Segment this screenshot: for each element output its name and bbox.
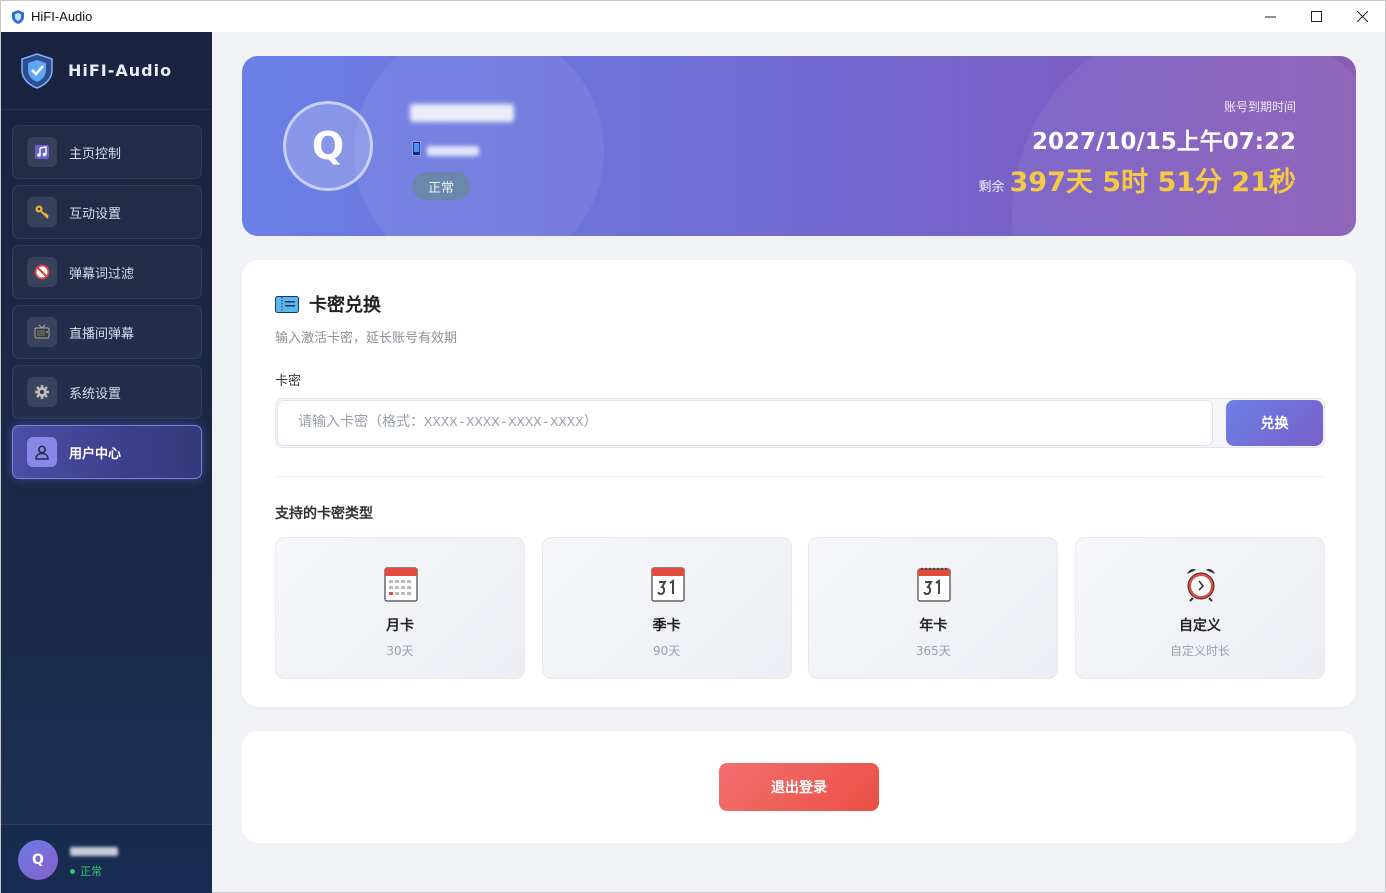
minimize-button[interactable] [1247,1,1293,32]
card-type-desc: 365天 [915,644,951,658]
redeem-header: 卡密兑换 [275,291,381,317]
minimize-icon [1264,16,1276,18]
main-content: Q 正常 账号到期时间 2027/10/15上午07:22 剩余 397天 5时… [212,32,1385,893]
maximize-button[interactable] [1293,1,1339,32]
card-type-desc: 自定义时长 [1169,644,1230,658]
card-type-name: 自定义 [1178,618,1221,634]
mobile-phone-icon [412,141,421,160]
calendar-31-icon [651,567,685,602]
maximize-icon [1310,11,1322,22]
profile-banner: Q 正常 账号到期时间 2027/10/15上午07:22 剩余 397天 5时… [242,56,1356,236]
spiral-calendar-icon [917,567,951,602]
card-type-desc: 90天 [653,644,681,658]
redeem-subtitle: 输入激活卡密，延长账号有效期 [275,331,458,346]
remaining-time: 剩余 397天 5时 51分 21秒 [978,160,1296,199]
sidebar-user[interactable]: Q 正常 [1,824,212,893]
profile-phone-redacted [427,145,479,156]
card-type-monthly[interactable]: 月卡 30天 [275,537,525,679]
key-icon [27,197,57,227]
logout-button[interactable]: 退出登录 [719,763,879,811]
sidebar-item-system-settings[interactable]: 系统设置 [12,365,202,419]
redeem-button[interactable]: 兑换 [1226,400,1323,446]
shield-logo-icon [21,52,53,89]
user-status-text: 正常 [80,865,102,878]
user-icon [27,437,57,467]
avatar: Q [18,840,58,880]
shield-icon [12,9,24,24]
sidebar: HiFI-Audio 主页控制 互动设置 弹幕词过滤 直播间弹幕 系统设置 用户… [1,32,212,893]
brand-name: HiFI-Audio [68,61,173,80]
alarm-clock-icon [1186,569,1215,602]
sidebar-item-label: 弹幕词过滤 [69,266,135,282]
redeem-title: 卡密兑换 [309,295,381,316]
remaining-label: 剩余 [978,180,1005,195]
expire-time: 2027/10/15上午07:22 [1031,129,1296,155]
window-controls [1247,1,1385,32]
sidebar-item-label: 主页控制 [69,146,122,162]
calendar-icon [384,567,418,602]
profile-phone [412,141,479,160]
sidebar-item-interaction[interactable]: 互动设置 [12,185,202,239]
remaining-value: 397天 5时 51分 21秒 [1009,167,1297,198]
close-button[interactable] [1339,1,1385,32]
card-key-input-group: 兑换 [275,398,1325,448]
card-type-name: 年卡 [919,618,948,634]
sidebar-item-home-control[interactable]: 主页控制 [12,125,202,179]
decor-circle [354,56,604,236]
card-types: 月卡 30天 季卡 90天 年卡 365天 自定义 自定义时长 [275,537,1325,679]
close-icon [1356,11,1368,22]
status-badge: 正常 [412,172,470,200]
sidebar-item-label: 系统设置 [69,386,122,402]
card-key-input[interactable] [277,400,1213,446]
expire-label: 账号到期时间 [1223,100,1296,114]
sidebar-item-user-center[interactable]: 用户中心 [12,425,202,479]
sidebar-nav: 主页控制 互动设置 弹幕词过滤 直播间弹幕 系统设置 用户中心 [12,125,202,485]
card-type-yearly[interactable]: 年卡 365天 [808,537,1059,679]
sidebar-item-live-danmaku[interactable]: 直播间弹幕 [12,305,202,359]
sidebar-item-label: 直播间弹幕 [69,326,135,342]
profile-avatar: Q [283,101,373,191]
card-type-custom[interactable]: 自定义 自定义时长 [1074,537,1325,679]
user-name-redacted [70,847,118,856]
card-type-quarterly[interactable]: 季卡 90天 [541,537,792,679]
ticket-icon [275,295,299,313]
card-type-name: 季卡 [652,618,681,634]
title-bar: HiFI-Audio [1,1,1385,32]
sidebar-item-label: 互动设置 [69,206,122,222]
gear-icon [27,377,57,407]
no-entry-icon [27,257,57,287]
status-dot-icon [70,868,75,874]
card-type-name: 月卡 [386,618,414,634]
user-status: 正常 [70,863,102,879]
window-title: HiFI-Audio [31,9,93,24]
card-type-desc: 30天 [386,644,414,658]
divider [275,476,1325,477]
brand: HiFI-Audio [1,32,212,110]
app-window: HiFI-Audio HiFI-Audio 主页控制 互动设置 弹幕词过滤 直播… [0,0,1386,893]
card-types-title: 支持的卡密类型 [275,506,373,522]
profile-name-redacted [410,104,514,122]
sidebar-item-danmaku-filter[interactable]: 弹幕词过滤 [12,245,202,299]
music-note-icon [27,137,57,167]
redeem-card: 卡密兑换 输入激活卡密，延长账号有效期 卡密 兑换 支持的卡密类型 [242,260,1356,707]
logout-card: 退出登录 [242,731,1356,843]
sidebar-item-label: 用户中心 [69,446,122,462]
card-key-label: 卡密 [275,374,302,389]
tv-icon [27,317,57,347]
